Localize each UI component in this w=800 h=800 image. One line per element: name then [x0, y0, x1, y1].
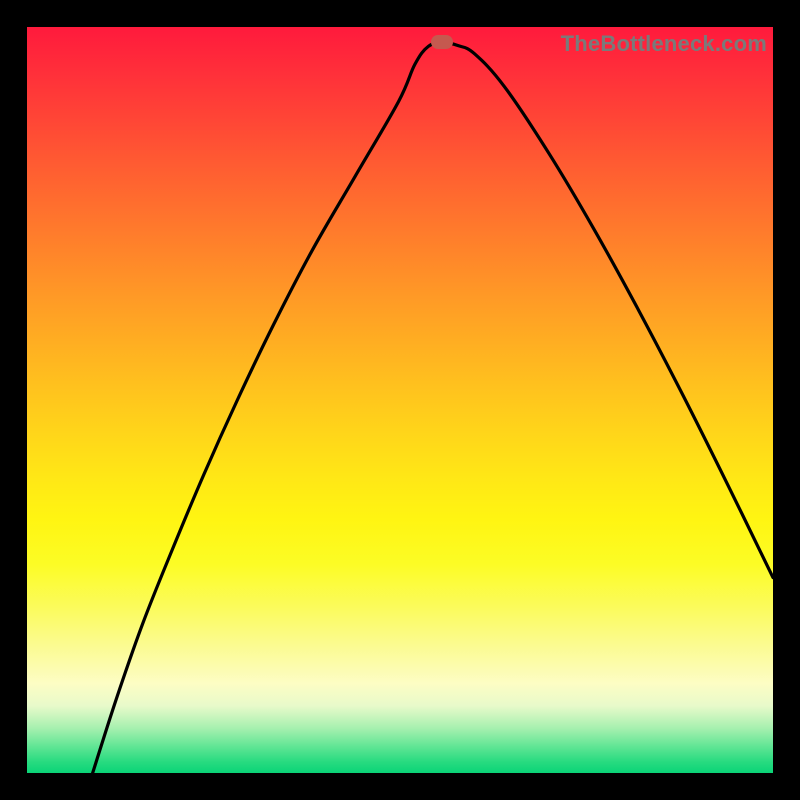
plot-area: TheBottleneck.com — [27, 27, 773, 773]
chart-frame: TheBottleneck.com — [0, 0, 800, 800]
optimal-point-marker — [431, 35, 453, 49]
bottleneck-curve — [27, 27, 773, 773]
